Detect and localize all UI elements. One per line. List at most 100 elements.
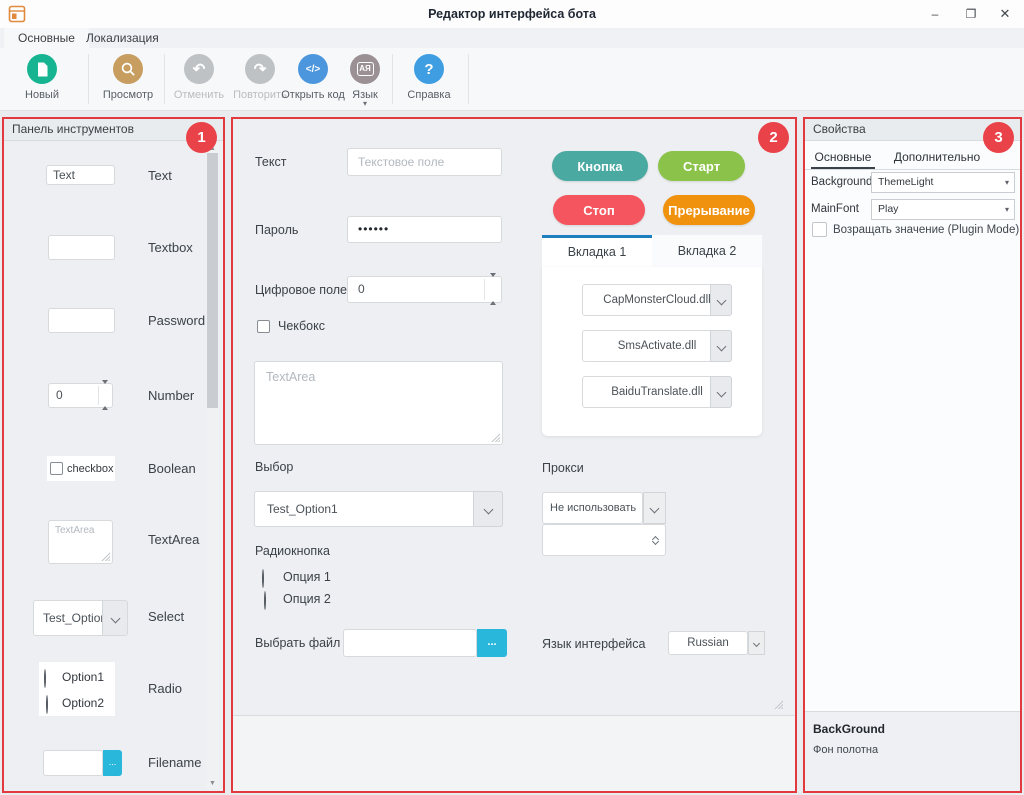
toolbox-item-textbox[interactable]: Textbox bbox=[148, 240, 193, 255]
undo-label: Отменить bbox=[167, 89, 231, 101]
file-browse-button[interactable]: ... bbox=[477, 629, 507, 657]
help-button[interactable]: ? Справка bbox=[398, 54, 460, 101]
toolbox-textarea-preview[interactable]: TextArea bbox=[48, 520, 113, 564]
select-field[interactable]: Test_Option1 bbox=[254, 491, 503, 527]
stop-button[interactable]: Стоп bbox=[553, 195, 645, 225]
spinner-down-icon[interactable] bbox=[490, 272, 496, 297]
open-code-button[interactable]: </> Открыть код bbox=[277, 54, 349, 101]
background-prop-value: ThemeLight bbox=[878, 176, 933, 188]
resize-grip-icon[interactable] bbox=[491, 433, 500, 442]
chevron-down-icon[interactable] bbox=[102, 600, 128, 636]
ui-language-select[interactable]: Russian bbox=[668, 631, 748, 655]
toolbox-item-text[interactable]: Text bbox=[148, 168, 172, 183]
chevron-down-icon[interactable] bbox=[473, 491, 503, 527]
browse-button[interactable]: ... bbox=[103, 750, 122, 776]
spinner-down-icon[interactable] bbox=[653, 533, 658, 547]
chevron-down-icon: ▾ bbox=[344, 101, 386, 107]
password-field[interactable]: •••••• bbox=[347, 216, 502, 243]
mainfont-prop-combo[interactable]: Play ▾ bbox=[871, 199, 1015, 220]
toolbox-password-preview[interactable] bbox=[48, 308, 115, 333]
spinner-down-icon[interactable] bbox=[102, 380, 108, 403]
chevron-down-icon[interactable] bbox=[710, 284, 732, 316]
toolbox-number-preview[interactable]: 0 bbox=[48, 383, 113, 408]
spinner-divider bbox=[484, 279, 485, 300]
start-button[interactable]: Старт bbox=[658, 151, 745, 181]
select-value: Test_Option1 bbox=[267, 502, 338, 516]
chevron-down-icon[interactable] bbox=[748, 631, 765, 655]
toolbox-text-preview[interactable]: Text bbox=[46, 165, 115, 185]
toolbox-item-filename[interactable]: Filename bbox=[148, 755, 201, 770]
help-label: Справка bbox=[398, 89, 460, 101]
language-button[interactable]: AЯ Язык ▾ bbox=[344, 54, 386, 107]
toolbox-scrollbar[interactable]: ▲ ▼ bbox=[206, 143, 219, 789]
close-button[interactable]: ✕ bbox=[990, 0, 1020, 28]
canvas-tab-2[interactable]: Вкладка 2 bbox=[652, 235, 762, 267]
toolbar-separator bbox=[164, 54, 165, 104]
preview-button[interactable]: Просмотр bbox=[94, 54, 162, 101]
chevron-down-icon[interactable] bbox=[643, 492, 666, 524]
undo-button[interactable]: ↶ Отменить bbox=[167, 54, 231, 101]
properties-panel: 3 Свойства Основные Дополнительно Backgr… bbox=[803, 117, 1022, 793]
plugin-select-3[interactable]: BaiduTranslate.dll bbox=[582, 376, 732, 408]
ui-language-label: Язык интерфейса bbox=[542, 637, 645, 651]
proxy-value: Не использовать bbox=[550, 502, 636, 514]
chevron-down-icon[interactable] bbox=[710, 330, 732, 362]
toolbox-item-number[interactable]: Number bbox=[148, 388, 194, 403]
radio-option1-selected-icon[interactable] bbox=[262, 569, 264, 588]
restore-button[interactable]: ❐ bbox=[956, 0, 986, 28]
toolbox-item-boolean[interactable]: Boolean bbox=[148, 461, 196, 476]
description-text: Фон полотна bbox=[813, 744, 878, 756]
proxy-select[interactable]: Не использовать bbox=[542, 492, 643, 524]
text-field[interactable]: Текстовое поле bbox=[347, 148, 502, 176]
toolbox-panel: 1 Панель инструментов Text Text Textbox … bbox=[2, 117, 225, 793]
checkbox-icon bbox=[50, 462, 63, 475]
file-field-label: Выбрать файл bbox=[255, 636, 340, 650]
toolbox-filename-preview[interactable] bbox=[43, 750, 103, 776]
plugin-select-1[interactable]: CapMonsterCloud.dll bbox=[582, 284, 732, 316]
toolbox-item-password[interactable]: Password bbox=[148, 313, 205, 328]
tab-localization[interactable]: Локализация bbox=[72, 28, 173, 48]
canvas-tab-1[interactable]: Вкладка 1 bbox=[542, 235, 652, 267]
scrollbar-thumb[interactable] bbox=[207, 153, 218, 408]
toolbox-select-preview[interactable]: Test_Option1 bbox=[33, 600, 128, 636]
scroll-down-icon[interactable]: ▼ bbox=[206, 780, 219, 787]
file-field[interactable] bbox=[343, 629, 477, 657]
number-field[interactable]: 0 bbox=[347, 276, 502, 303]
new-button[interactable]: Новый bbox=[8, 54, 76, 101]
resize-grip-icon[interactable] bbox=[101, 552, 110, 561]
code-icon: </> bbox=[298, 54, 328, 84]
chevron-down-icon[interactable] bbox=[710, 376, 732, 408]
toolbox-radio-preview[interactable]: Option1 Option2 bbox=[39, 662, 115, 716]
textarea-field[interactable]: TextArea bbox=[254, 361, 503, 445]
open-code-label: Открыть код bbox=[277, 89, 349, 101]
chevron-down-icon: ▾ bbox=[1005, 173, 1009, 192]
properties-tab-additional[interactable]: Дополнительно bbox=[889, 145, 985, 169]
toolbox-item-radio[interactable]: Radio bbox=[148, 681, 182, 696]
properties-tab-main[interactable]: Основные bbox=[811, 145, 875, 169]
checkbox-field[interactable] bbox=[257, 320, 270, 333]
plugin-select-2[interactable]: SmsActivate.dll bbox=[582, 330, 732, 362]
minimize-button[interactable]: – bbox=[920, 0, 950, 28]
textarea-placeholder: TextArea bbox=[266, 370, 315, 384]
interrupt-button[interactable]: Прерывание bbox=[663, 195, 755, 225]
radio-option2-icon[interactable] bbox=[264, 591, 266, 610]
number-field-label: Цифровое поле bbox=[255, 283, 347, 297]
toolbar: Новый Просмотр ↶ Отменить ↷ Повторить </… bbox=[0, 48, 1024, 111]
background-prop-combo[interactable]: ThemeLight ▾ bbox=[871, 172, 1015, 193]
canvas-resize-grip-icon[interactable] bbox=[774, 700, 783, 709]
proxy-spinner[interactable] bbox=[542, 524, 666, 556]
plugin-1-value: CapMonsterCloud.dll bbox=[603, 294, 710, 306]
toolbox-item-textarea[interactable]: TextArea bbox=[148, 532, 199, 547]
custom-button[interactable]: Кнопка bbox=[552, 151, 648, 181]
background-prop-label: Background bbox=[811, 176, 872, 188]
toolbox-boolean-preview[interactable]: checkbox bbox=[47, 456, 115, 481]
radio-option2-label[interactable]: Опция 2 bbox=[283, 592, 331, 606]
toolbox-item-select[interactable]: Select bbox=[148, 609, 184, 624]
spinner-divider bbox=[98, 386, 99, 405]
plugin-mode-checkbox[interactable] bbox=[812, 222, 827, 237]
radio-group-label: Радиокнопка bbox=[255, 544, 330, 558]
radio-unselected-icon[interactable] bbox=[46, 695, 48, 714]
radio-selected-icon[interactable] bbox=[44, 669, 46, 688]
radio-option1-label[interactable]: Опция 1 bbox=[283, 570, 331, 584]
toolbox-textbox-preview[interactable] bbox=[48, 235, 115, 260]
